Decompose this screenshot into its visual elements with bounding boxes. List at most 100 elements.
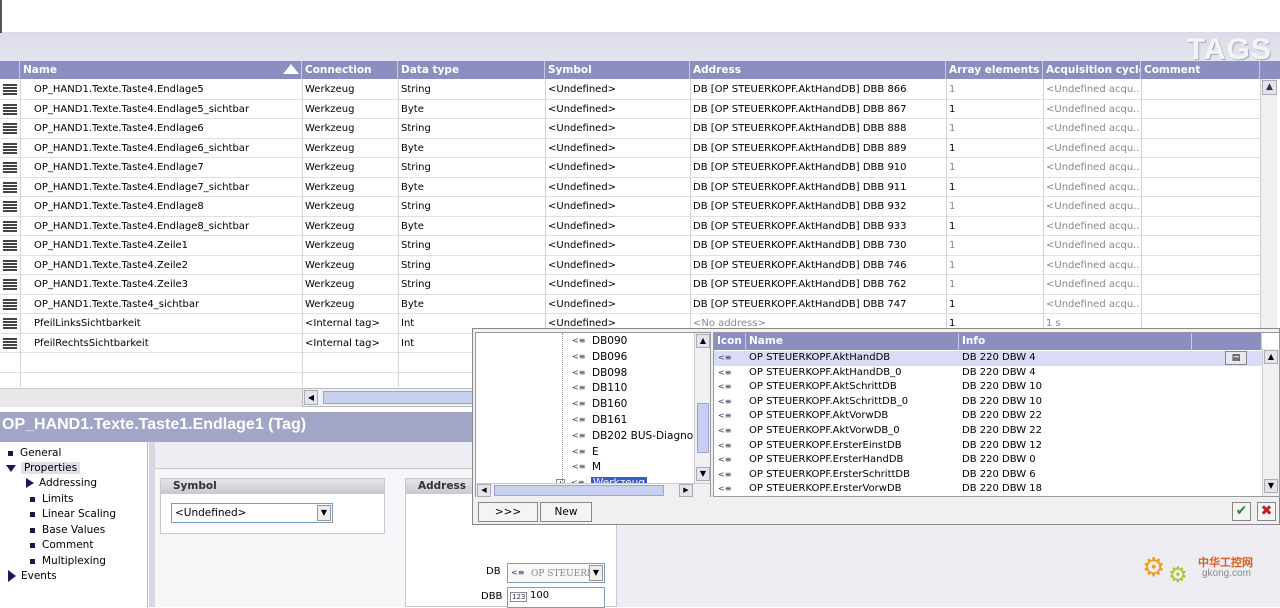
table-row[interactable]: OP_HAND1.Texte.Taste4.Endlage8_sichtbar W…: [0, 217, 1260, 236]
table-row[interactable]: OP_HAND1.Texte.Taste4.Zeile2 Werkzeug Stri…: [0, 256, 1260, 275]
tree-item[interactable]: <≡ DB110: [572, 382, 627, 394]
cancel-x-icon[interactable]: ✖: [1257, 502, 1276, 521]
list-row[interactable]: <≡ OP STEUERKOPF.ErsterVorwDB DB 220 DBW 1…: [714, 482, 1262, 497]
cell-name[interactable]: OP_HAND1.Texte.Taste4.Endlage7: [31, 158, 301, 177]
cell-array[interactable]: 1: [946, 139, 1042, 158]
cell-cycle[interactable]: <Undefined acqu...: [1043, 139, 1140, 158]
cell-address[interactable]: DB [OP STEUERKOPF.AktHandDB] DBB 932: [690, 197, 945, 216]
column-header[interactable]: Name: [20, 61, 302, 79]
cell-name[interactable]: OP_HAND1.Texte.Taste4.Endlage5: [31, 80, 301, 99]
cell-symbol[interactable]: <Undefined>: [545, 100, 689, 119]
cell-cycle[interactable]: <Undefined acqu...: [1043, 158, 1140, 177]
scroll-up-icon[interactable]: ▲: [696, 334, 710, 348]
table-row[interactable]: OP_HAND1.Texte.Taste4.Zeile1 Werkzeug Stri…: [0, 236, 1260, 256]
cell-name[interactable]: OP_HAND1.Texte.Taste4.Endlage6: [31, 119, 301, 138]
tree-item[interactable]: <≡ DB161: [572, 414, 627, 426]
cell-name[interactable]: OP_HAND1.Texte.Taste4.Endlage5_sichtbar: [31, 100, 301, 119]
cell-name[interactable]: PfeilRechtsSichtbarkeit: [31, 334, 301, 353]
cell-connection[interactable]: <Internal tag>: [302, 334, 397, 353]
cell-symbol[interactable]: <Undefined>: [545, 295, 689, 314]
tree-item[interactable]: <≡ E: [572, 446, 599, 458]
cell-type[interactable]: String: [398, 80, 544, 99]
cell-array[interactable]: 1: [946, 80, 1042, 99]
cell-array[interactable]: 1: [946, 275, 1042, 294]
cell-symbol[interactable]: <Undefined>: [545, 197, 689, 216]
tree-hscroll-thumb[interactable]: [494, 485, 664, 496]
cell-type[interactable]: Byte: [398, 178, 544, 197]
cell-type[interactable]: String: [398, 158, 544, 177]
nav-properties[interactable]: Properties: [6, 462, 81, 474]
cell-cycle[interactable]: <Undefined acqu...: [1043, 236, 1140, 255]
cell-name[interactable]: OP_HAND1.Texte.Taste4.Zeile1: [31, 236, 301, 255]
cell-array[interactable]: 1: [946, 178, 1042, 197]
grid-hscroll[interactable]: ◀: [302, 388, 474, 407]
cell-name[interactable]: OP_HAND1.Texte.Taste4.Zeile2: [31, 256, 301, 275]
nav-general[interactable]: General: [8, 447, 61, 459]
tree-item[interactable]: <≡ DB160: [572, 398, 627, 410]
cell-address[interactable]: DB [OP STEUERKOPF.AktHandDB] DBB 911: [690, 178, 945, 197]
list-row[interactable]: <≡ OP STEUERKOPF.AktVorwDB_0 DB 220 DBW 22: [714, 424, 1262, 439]
tree-scroll-thumb[interactable]: [697, 403, 709, 453]
nav-base-values[interactable]: Base Values: [30, 524, 105, 536]
cell-symbol[interactable]: <Undefined>: [545, 236, 689, 255]
scroll-down-icon[interactable]: ▼: [1264, 479, 1278, 493]
cell-connection[interactable]: Werkzeug: [302, 236, 397, 255]
scroll-down-icon[interactable]: ▼: [696, 467, 710, 481]
cell-symbol[interactable]: <Undefined>: [545, 80, 689, 99]
cell-symbol[interactable]: <Undefined>: [545, 275, 689, 294]
cell-connection[interactable]: Werkzeug: [302, 295, 397, 314]
properties-icon[interactable]: ▤: [1225, 351, 1247, 365]
cell-cycle[interactable]: <Undefined acqu...: [1043, 217, 1140, 236]
cell-name[interactable]: PfeilLinksSichtbarkeit: [31, 314, 301, 333]
sort-ascending-icon[interactable]: [283, 64, 299, 74]
cell-name[interactable]: OP_HAND1.Texte.Taste4_sichtbar: [31, 295, 301, 314]
cell-cycle[interactable]: <Undefined acqu...: [1043, 197, 1140, 216]
cell-address[interactable]: DB [OP STEUERKOPF.AktHandDB] DBB 746: [690, 256, 945, 275]
cell-type[interactable]: String: [398, 119, 544, 138]
cell-connection[interactable]: Werkzeug: [302, 80, 397, 99]
nav-multiplexing[interactable]: Multiplexing: [30, 555, 106, 567]
tree-item[interactable]: <≡ DB096: [572, 351, 627, 363]
tree-item[interactable]: <≡ DB202 BUS-Diagnose: [572, 430, 705, 442]
table-row[interactable]: OP_HAND1.Texte.Taste4.Endlage6_sichtbar W…: [0, 139, 1260, 158]
expand-button[interactable]: >>>: [478, 502, 538, 522]
list-column-header[interactable]: Name: [746, 333, 959, 350]
cell-name[interactable]: OP_HAND1.Texte.Taste4.Endlage8: [31, 197, 301, 216]
scroll-right-icon[interactable]: ▶: [679, 484, 693, 497]
cell-symbol[interactable]: <Undefined>: [545, 256, 689, 275]
list-row[interactable]: <≡ OP STEUERKOPF.ErsterEinstDB DB 220 DBW …: [714, 439, 1262, 454]
tree-vscroll[interactable]: ▲ ▼: [694, 333, 710, 483]
scroll-left-icon[interactable]: ◀: [304, 390, 318, 405]
cell-name[interactable]: OP_HAND1.Texte.Taste4.Endlage6_sichtbar: [31, 139, 301, 158]
cell-cycle[interactable]: <Undefined acqu...: [1043, 100, 1140, 119]
cell-type[interactable]: Byte: [398, 295, 544, 314]
cell-address[interactable]: DB [OP STEUERKOPF.AktHandDB] DBB 762: [690, 275, 945, 294]
cell-symbol[interactable]: <Undefined>: [545, 217, 689, 236]
cell-address[interactable]: DB [OP STEUERKOPF.AktHandDB] DBB 888: [690, 119, 945, 138]
cell-array[interactable]: 1: [946, 197, 1042, 216]
db-combo[interactable]: <≡ OP STEUERK ▼: [507, 563, 605, 583]
column-header[interactable]: Symbol: [545, 61, 690, 79]
nav-addressing[interactable]: Addressing: [26, 477, 97, 489]
list-row[interactable]: <≡ OP STEUERKOPF.AktSchrittDB_0 DB 220 DBW…: [714, 395, 1262, 410]
cell-type[interactable]: String: [398, 275, 544, 294]
cell-name[interactable]: OP_HAND1.Texte.Taste4.Endlage7_sichtbar: [31, 178, 301, 197]
cell-name[interactable]: OP_HAND1.Texte.Taste4.Zeile3: [31, 275, 301, 294]
cell-array[interactable]: 1: [946, 295, 1042, 314]
cell-name[interactable]: OP_HAND1.Texte.Taste4.Endlage8_sichtbar: [31, 217, 301, 236]
dropdown-arrow-icon[interactable]: ▼: [317, 505, 331, 521]
tree-item[interactable]: <≡ M: [572, 461, 601, 473]
cell-cycle[interactable]: <Undefined acqu...: [1043, 178, 1140, 197]
table-row[interactable]: OP_HAND1.Texte.Taste4.Endlage8 Werkzeug St…: [0, 197, 1260, 217]
cell-connection[interactable]: Werkzeug: [302, 197, 397, 216]
column-header[interactable]: Array elements: [946, 61, 1043, 79]
cell-address[interactable]: DB [OP STEUERKOPF.AktHandDB] DBB 730: [690, 236, 945, 255]
cell-type[interactable]: String: [398, 236, 544, 255]
cell-symbol[interactable]: <Undefined>: [545, 139, 689, 158]
cell-array[interactable]: 1: [946, 119, 1042, 138]
list-row[interactable]: <≡ OP STEUERKOPF.AktHandDB_0 DB 220 DBW 4: [714, 366, 1262, 381]
cell-connection[interactable]: Werkzeug: [302, 100, 397, 119]
cell-address[interactable]: DB [OP STEUERKOPF.AktHandDB] DBB 866: [690, 80, 945, 99]
cell-address[interactable]: DB [OP STEUERKOPF.AktHandDB] DBB 910: [690, 158, 945, 177]
column-header[interactable]: Comment: [1141, 61, 1260, 79]
